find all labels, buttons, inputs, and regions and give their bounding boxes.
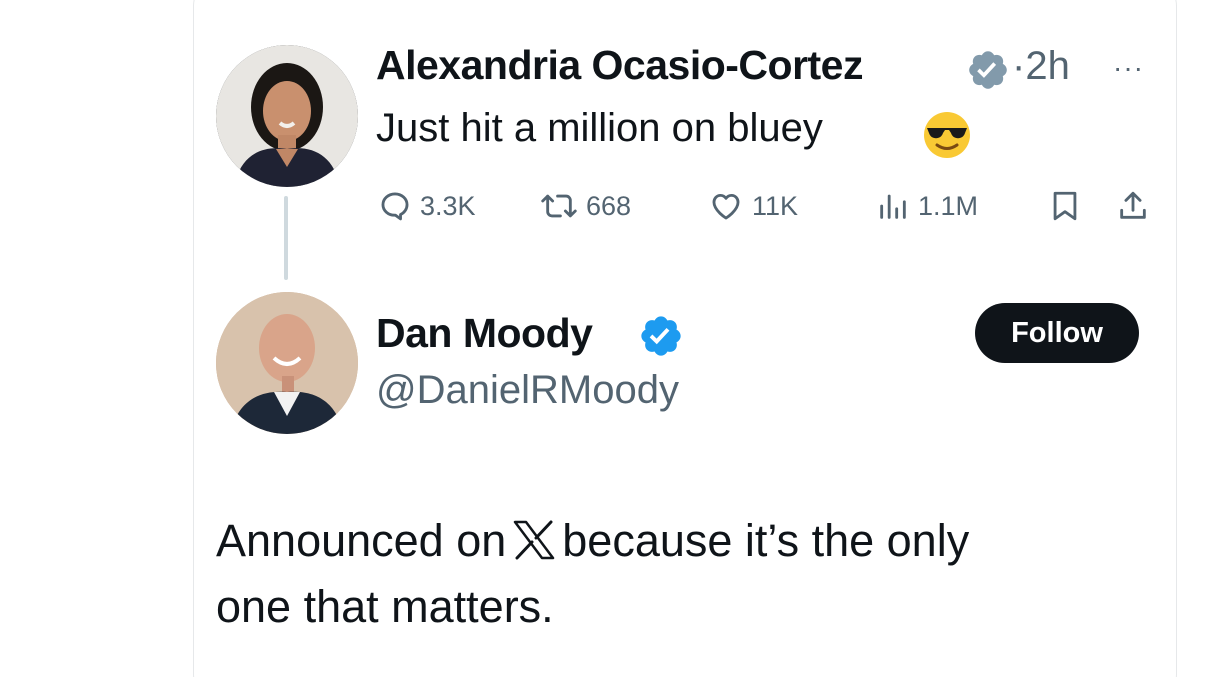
- parent-tweet-text: Just hit a million on bluey: [376, 106, 823, 150]
- share-button[interactable]: [1116, 186, 1150, 226]
- tweet-text-part: Announced on: [216, 515, 507, 566]
- like-count: 11K: [752, 190, 799, 221]
- reply-button[interactable]: 3.3K: [378, 186, 476, 226]
- author-name-aoc[interactable]: Alexandria Ocasio-Cortez: [376, 42, 864, 89]
- bookmark-icon: [1053, 191, 1077, 221]
- gray-verified-badge-icon[interactable]: [966, 48, 1010, 92]
- x-logo-icon: [514, 520, 555, 560]
- follow-button[interactable]: Follow: [975, 303, 1139, 363]
- more-options-icon[interactable]: ···: [1113, 52, 1144, 84]
- reply-count: 3.3K: [420, 190, 476, 221]
- thread-connector-line: [284, 196, 288, 280]
- author-avatar-aoc[interactable]: [216, 45, 358, 187]
- views-button[interactable]: 1.1M: [876, 186, 978, 226]
- author-name-dan[interactable]: Dan Moody: [376, 310, 593, 357]
- like-button[interactable]: 11K: [708, 186, 798, 226]
- reply-icon: [381, 192, 409, 221]
- views-count: 1.1M: [918, 190, 979, 221]
- repost-count: 668: [586, 190, 632, 221]
- bookmark-button[interactable]: [1048, 186, 1082, 226]
- smiling-face-with-sunglasses-emoji: [924, 112, 970, 158]
- tweet-text-part: because it’s the only: [562, 515, 970, 566]
- blue-verified-badge-icon[interactable]: [638, 313, 684, 359]
- timestamp[interactable]: ·2h: [1012, 44, 1070, 89]
- reply-tweet-text: Announced on because it’s the only one th…: [216, 508, 1156, 640]
- repost-button[interactable]: 668: [540, 186, 631, 226]
- repost-icon: [541, 194, 577, 218]
- tweet-text-line: one that matters.: [216, 581, 554, 632]
- share-icon: [1120, 191, 1146, 219]
- author-handle[interactable]: @DanielRMoody: [376, 368, 679, 413]
- author-avatar-dan[interactable]: [216, 292, 358, 434]
- views-chart-icon: [880, 194, 906, 219]
- heart-icon: [712, 193, 740, 220]
